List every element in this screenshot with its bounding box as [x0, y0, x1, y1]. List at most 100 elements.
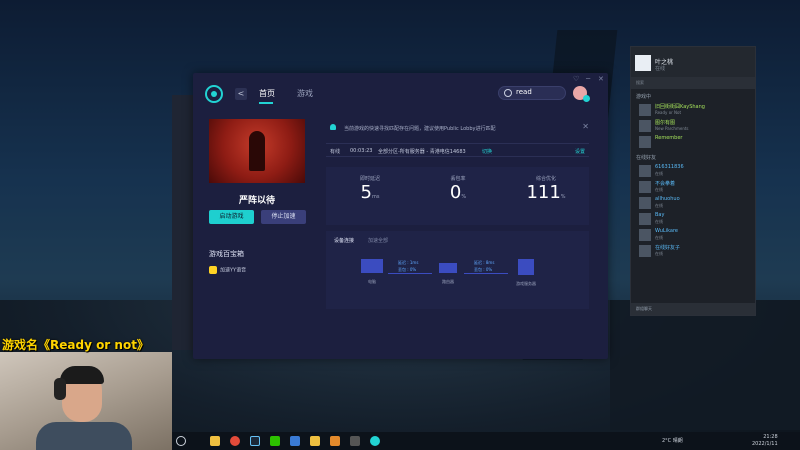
- friend-name: allhuohuo: [655, 196, 680, 202]
- app-icon[interactable]: [350, 436, 360, 446]
- boost-time: 00:03:23: [350, 148, 373, 154]
- app-logo-icon: [205, 85, 223, 103]
- wechat-icon[interactable]: [270, 436, 280, 446]
- app-icon[interactable]: [290, 436, 300, 446]
- friend-item[interactable]: 在线好友子 在线: [631, 243, 755, 259]
- search-icon: [504, 89, 512, 97]
- clock-time: 21:28: [763, 434, 778, 440]
- stop-boost-button[interactable]: 停止加速: [261, 210, 306, 224]
- friend-item[interactable]: 旧回街街囧KayShang Ready or Not: [631, 102, 755, 118]
- section-ingame: 游戏中: [636, 94, 652, 100]
- friend-avatar: [639, 104, 651, 116]
- notice-banner: 当前游戏的快速寻找匹配存在问题，建议使用Public Lobby进行匹配 ✕: [326, 121, 589, 135]
- friends-list-window: 叶之桃 在线 搜索 游戏中 旧回街街囧KayShang Ready or Not …: [630, 46, 756, 316]
- notice-text: 当前游戏的快速寻找匹配存在问题，建议使用Public Lobby进行匹配: [344, 126, 496, 132]
- section-online: 在线好友: [636, 155, 657, 161]
- friend-item[interactable]: Remember: [631, 134, 755, 150]
- tab-device-connection[interactable]: 设备连接: [334, 237, 354, 244]
- skin-icon[interactable]: ♡: [573, 75, 579, 83]
- stats-panel: 即时延迟 5ms 丢包率 0% 综合优化 111%: [326, 167, 589, 225]
- user-avatar[interactable]: [573, 86, 590, 102]
- stat-value: 5: [360, 182, 372, 203]
- friend-item[interactable]: 不会拳着 在线: [631, 179, 755, 195]
- friend-name: 616311836: [655, 164, 684, 170]
- tab-games[interactable]: 游戏: [297, 88, 313, 99]
- minimize-button[interactable]: ─: [586, 75, 590, 83]
- toolbox-item-yy[interactable]: 加速YY语音: [209, 266, 246, 274]
- device-pc: 电脑: [352, 259, 392, 285]
- friend-item[interactable]: WuLikare 在线: [631, 227, 755, 243]
- close-button[interactable]: ✕: [598, 75, 604, 83]
- weather-label: 2°C 晴朗: [662, 438, 683, 444]
- device-label: 电脑: [368, 279, 376, 284]
- accelerator-taskbar-icon[interactable]: [370, 436, 380, 446]
- friend-name: WuLikare: [655, 228, 679, 234]
- back-button[interactable]: <: [235, 88, 247, 100]
- clock[interactable]: 21:28 2022/1/11: [752, 434, 778, 448]
- app-icon[interactable]: [310, 436, 320, 446]
- friend-avatar: [639, 136, 651, 148]
- app-icon[interactable]: [330, 436, 340, 446]
- search-value: read: [516, 88, 532, 96]
- stat-unit: %: [560, 194, 566, 200]
- friend-status: 在线: [655, 203, 663, 208]
- friends-search[interactable]: 搜索: [631, 77, 755, 89]
- toolbox-title: 游戏百宝箱: [209, 250, 244, 258]
- stat-packet-loss: 丢包率 0%: [414, 175, 502, 203]
- device-label: 路由器: [442, 279, 454, 284]
- cam-body: [36, 422, 132, 450]
- friend-status: 在线: [655, 187, 663, 192]
- friend-avatar: [639, 120, 651, 132]
- device-router: 路由器: [428, 259, 468, 285]
- friend-name: 图尔有图: [655, 120, 676, 126]
- tab-boost-all[interactable]: 加速全部: [368, 237, 388, 244]
- link1-info: 延迟 : 1ms 丢包 : 0%: [398, 259, 418, 273]
- titlebar: < 首页 游戏 read ♡ ─ ✕: [193, 73, 608, 113]
- link-latency: 延迟 : 1ms: [398, 260, 419, 265]
- toolbox-item-label: 加速YY语音: [220, 267, 247, 274]
- link-latency: 延迟 : 8ms: [474, 260, 495, 265]
- stat-value: 111: [526, 182, 561, 203]
- file-explorer-icon[interactable]: [210, 436, 220, 446]
- link-line: [464, 273, 508, 274]
- taskbar: 2°C 晴朗 21:28 2022/1/11: [172, 432, 800, 450]
- chrome-icon[interactable]: [230, 436, 240, 446]
- stat-unit: ms: [371, 194, 380, 200]
- link-loss: 丢包 : 0%: [398, 267, 417, 272]
- friend-status: 在线: [655, 251, 663, 256]
- connection-status-bar: 有线 00:03:23 全部分区-所有服务器 - 青港电信14683 切换 设置: [326, 143, 589, 157]
- left-app-strip: ← 主页 游戏: [172, 95, 362, 350]
- friend-name: Bay: [655, 212, 665, 218]
- friend-avatar: [639, 165, 651, 177]
- router-icon: [439, 263, 457, 273]
- start-game-button[interactable]: 启动游戏: [209, 210, 254, 224]
- friend-name: 不会拳着: [655, 181, 676, 187]
- self-avatar[interactable]: [635, 55, 651, 71]
- tab-home-indicator: [259, 102, 273, 104]
- device-server: 游戏服务器: [506, 259, 546, 287]
- webcam-overlay: [0, 352, 172, 450]
- server-region: 全部分区-所有服务器 - 青港电信14683: [378, 149, 466, 155]
- friend-item[interactable]: 616311836 在线: [631, 163, 755, 179]
- desktop-windmill: [610, 300, 800, 430]
- notice-close-icon[interactable]: ✕: [582, 122, 589, 131]
- link-loss: 丢包 : 0%: [474, 267, 493, 272]
- connection-mode: 有线: [330, 149, 341, 155]
- device-connection-panel: 设备连接 加速全部 电脑 延迟 : 1ms 丢包 : 0% 路由器 延迟 : 8m…: [326, 231, 589, 309]
- steam-icon[interactable]: [250, 436, 260, 446]
- search-taskbar-icon[interactable]: [176, 436, 186, 446]
- friend-item[interactable]: allhuohuo 在线: [631, 195, 755, 211]
- yy-icon: [209, 266, 217, 274]
- search-input[interactable]: read: [498, 86, 566, 100]
- friend-avatar: [639, 213, 651, 225]
- friend-item[interactable]: 图尔有图 New Parchments: [631, 118, 755, 134]
- accelerator-window: < 首页 游戏 read ♡ ─ ✕ 严阵以待 启动游戏 停止加速 游戏百宝箱 …: [193, 73, 608, 359]
- friend-item[interactable]: Bay 在线: [631, 211, 755, 227]
- tab-home[interactable]: 首页: [259, 88, 275, 99]
- switch-server-link[interactable]: 切换: [482, 148, 492, 155]
- group-chat-bar[interactable]: 群组聊天: [631, 303, 755, 315]
- bell-icon: [330, 124, 336, 130]
- link2-info: 延迟 : 8ms 丢包 : 0%: [474, 259, 494, 273]
- settings-link[interactable]: 设置: [575, 148, 585, 155]
- stat-optimization: 综合优化 111%: [502, 175, 590, 203]
